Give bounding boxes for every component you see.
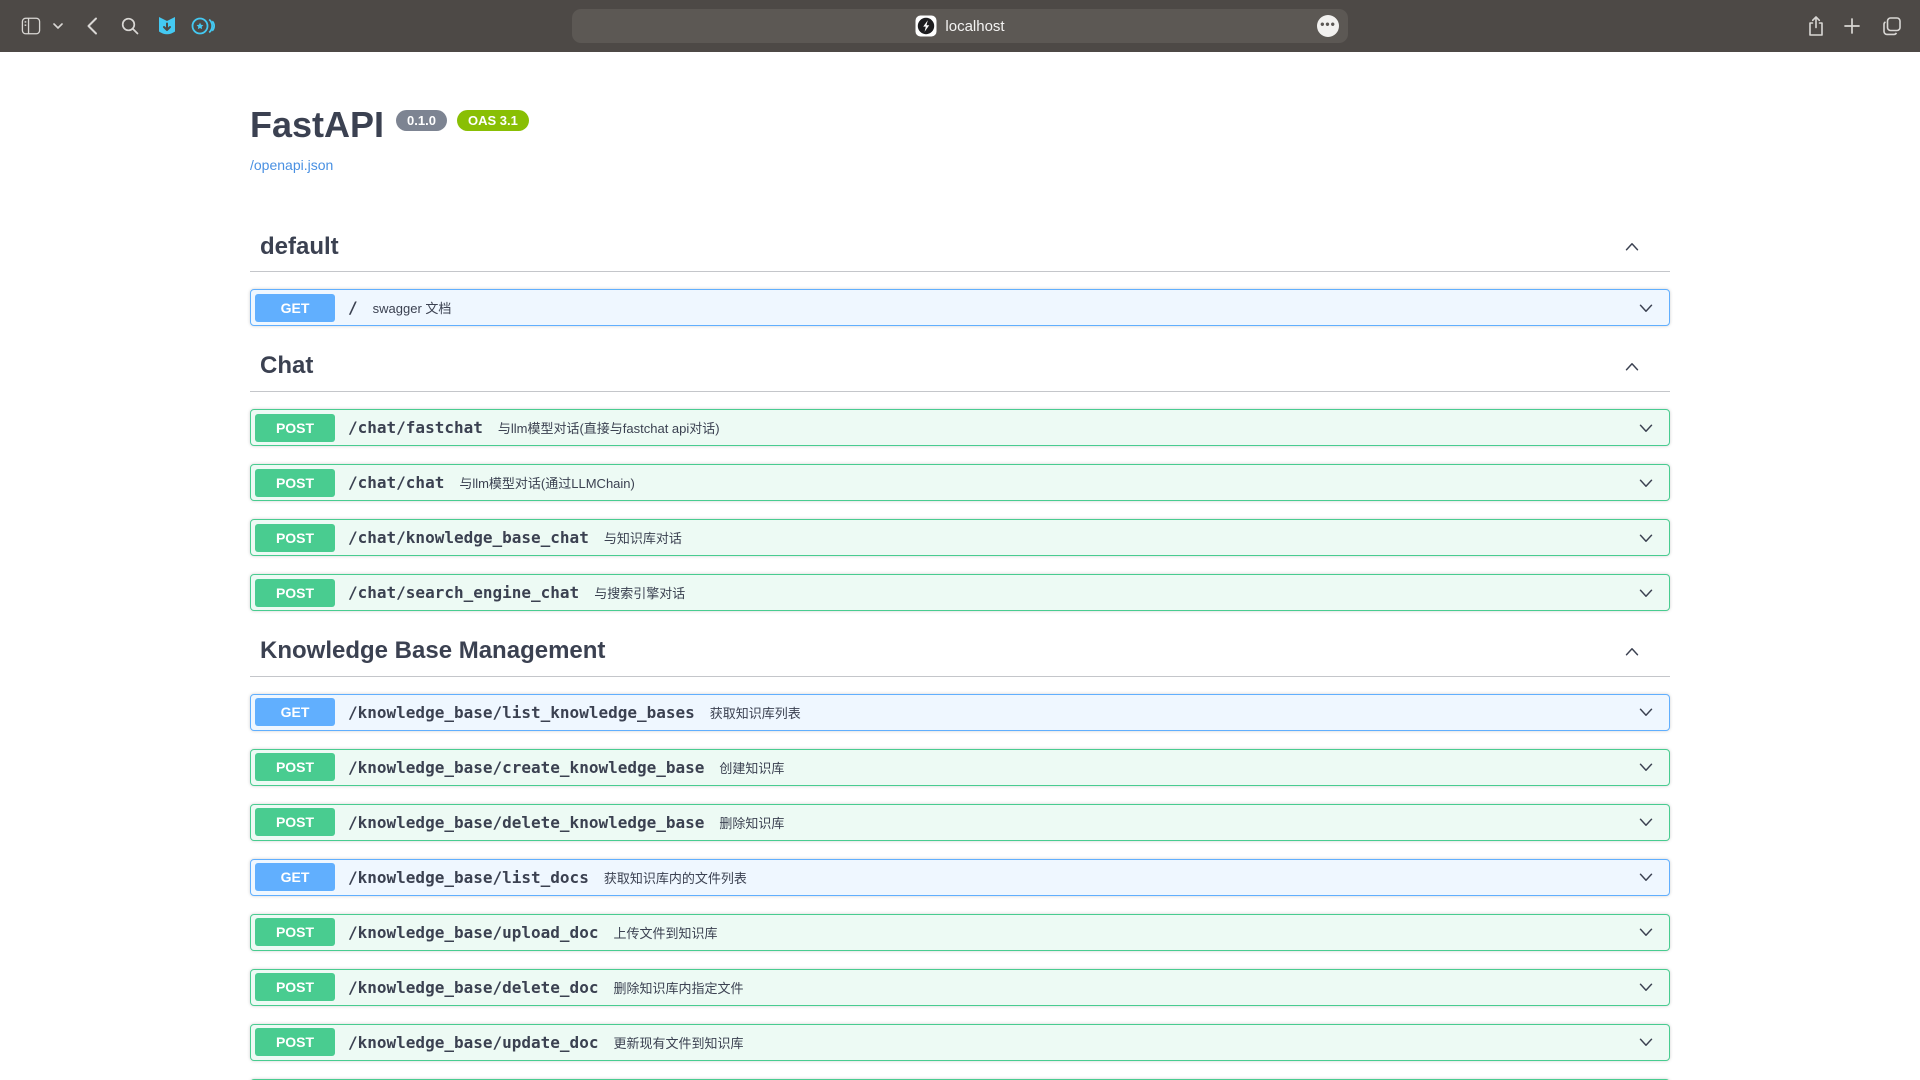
endpoint-summary: 上传文件到知识库 bbox=[613, 923, 717, 942]
endpoint-summary: 与llm模型对话(直接与fastchat api对话) bbox=[498, 418, 720, 437]
endpoint-summary: swagger 文档 bbox=[373, 298, 452, 317]
new-tab-plus-icon[interactable] bbox=[1844, 18, 1860, 34]
endpoint-summary: 创建知识库 bbox=[719, 758, 784, 777]
method-badge: POST bbox=[255, 1028, 335, 1056]
method-badge: POST bbox=[255, 524, 335, 552]
endpoint-path: /knowledge_base/delete_knowledge_base bbox=[348, 813, 704, 832]
version-badge: 0.1.0 bbox=[396, 110, 447, 131]
section-header[interactable]: Knowledge Base Management bbox=[250, 627, 1670, 677]
endpoint-summary: 获取知识库内的文件列表 bbox=[604, 868, 747, 887]
endpoint-row[interactable]: POST /knowledge_base/delete_doc 删除知识库内指定… bbox=[250, 969, 1670, 1006]
method-badge: GET bbox=[255, 698, 335, 726]
method-badge: POST bbox=[255, 469, 335, 497]
endpoint-list: POST /chat/fastchat 与llm模型对话(直接与fastchat… bbox=[250, 392, 1670, 611]
method-badge: GET bbox=[255, 863, 335, 891]
endpoint-summary: 更新现有文件到知识库 bbox=[613, 1033, 743, 1052]
search-icon[interactable] bbox=[121, 17, 139, 35]
method-badge: POST bbox=[255, 918, 335, 946]
api-info-block: FastAPI 0.1.0 OAS 3.1 /openapi.json bbox=[250, 105, 1670, 175]
endpoint-row[interactable]: GET / swagger 文档 bbox=[250, 289, 1670, 326]
expand-chevron-down-icon[interactable] bbox=[1635, 866, 1657, 888]
method-badge: POST bbox=[255, 579, 335, 607]
endpoint-path: /chat/knowledge_base_chat bbox=[348, 528, 589, 547]
endpoint-path: /knowledge_base/list_docs bbox=[348, 868, 589, 887]
endpoint-path: /knowledge_base/create_knowledge_base bbox=[348, 758, 704, 777]
back-icon[interactable] bbox=[87, 17, 98, 35]
collapse-chevron-up-icon[interactable] bbox=[1621, 641, 1643, 663]
method-badge: POST bbox=[255, 753, 335, 781]
extension-circles-icon[interactable] bbox=[191, 16, 215, 36]
endpoint-summary: 获取知识库列表 bbox=[710, 703, 801, 722]
expand-chevron-down-icon[interactable] bbox=[1635, 527, 1657, 549]
endpoint-row[interactable]: POST /chat/knowledge_base_chat 与知识库对话 bbox=[250, 519, 1670, 556]
oas-badge: OAS 3.1 bbox=[457, 110, 529, 131]
section-title: Knowledge Base Management bbox=[260, 637, 605, 666]
endpoint-row[interactable]: POST /chat/fastchat 与llm模型对话(直接与fastchat… bbox=[250, 409, 1670, 446]
endpoint-path: /knowledge_base/update_doc bbox=[348, 1033, 598, 1052]
endpoint-row[interactable]: POST /chat/search_engine_chat 与搜索引擎对话 bbox=[250, 574, 1670, 611]
more-ellipsis-icon[interactable]: ••• bbox=[1317, 15, 1339, 37]
endpoint-row[interactable]: POST /knowledge_base/delete_knowledge_ba… bbox=[250, 804, 1670, 841]
sidebar-icon[interactable] bbox=[21, 17, 41, 35]
api-section: Chat POST /chat/fastchat 与llm模型对话(直接与fas… bbox=[250, 342, 1670, 611]
method-badge: GET bbox=[255, 294, 335, 322]
endpoint-path: /knowledge_base/list_knowledge_bases bbox=[348, 703, 695, 722]
openapi-spec-link[interactable]: /openapi.json bbox=[250, 157, 333, 173]
expand-chevron-down-icon[interactable] bbox=[1635, 417, 1657, 439]
method-badge: POST bbox=[255, 808, 335, 836]
page-title: FastAPI bbox=[250, 105, 384, 145]
section-header[interactable]: default bbox=[250, 223, 1670, 273]
expand-chevron-down-icon[interactable] bbox=[1635, 1031, 1657, 1053]
section-header[interactable]: Chat bbox=[250, 342, 1670, 392]
endpoint-path: /chat/fastchat bbox=[348, 418, 483, 437]
expand-chevron-down-icon[interactable] bbox=[1635, 921, 1657, 943]
endpoint-path: /chat/chat bbox=[348, 473, 444, 492]
expand-chevron-down-icon[interactable] bbox=[1635, 472, 1657, 494]
collapse-chevron-up-icon[interactable] bbox=[1621, 236, 1643, 258]
share-icon[interactable] bbox=[1808, 16, 1825, 37]
endpoint-path: / bbox=[348, 298, 358, 317]
url-text: localhost bbox=[945, 19, 1004, 34]
endpoint-row[interactable]: POST /knowledge_base/upload_doc 上传文件到知识库 bbox=[250, 914, 1670, 951]
expand-chevron-down-icon[interactable] bbox=[1635, 582, 1657, 604]
endpoint-path: /knowledge_base/delete_doc bbox=[348, 978, 598, 997]
endpoint-summary: 与llm模型对话(通过LLMChain) bbox=[459, 473, 635, 492]
collapse-chevron-up-icon[interactable] bbox=[1621, 356, 1643, 378]
expand-chevron-down-icon[interactable] bbox=[1635, 976, 1657, 998]
address-bar[interactable]: localhost ••• bbox=[572, 9, 1348, 43]
expand-chevron-down-icon[interactable] bbox=[1635, 811, 1657, 833]
endpoint-summary: 删除知识库 bbox=[719, 813, 784, 832]
sidebar-chevron-icon[interactable] bbox=[53, 23, 63, 30]
api-section: default GET / swagger 文档 bbox=[250, 223, 1670, 327]
expand-chevron-down-icon[interactable] bbox=[1635, 756, 1657, 778]
endpoint-path: /chat/search_engine_chat bbox=[348, 583, 579, 602]
endpoint-summary: 删除知识库内指定文件 bbox=[613, 978, 743, 997]
expand-chevron-down-icon[interactable] bbox=[1635, 701, 1657, 723]
endpoint-row[interactable]: POST /chat/chat 与llm模型对话(通过LLMChain) bbox=[250, 464, 1670, 501]
endpoint-row[interactable]: POST /knowledge_base/create_knowledge_ba… bbox=[250, 749, 1670, 786]
endpoint-list: GET / swagger 文档 bbox=[250, 272, 1670, 326]
extension-bookmark-icon[interactable] bbox=[157, 15, 177, 37]
expand-chevron-down-icon[interactable] bbox=[1635, 297, 1657, 319]
section-title: default bbox=[260, 233, 339, 262]
tab-overview-icon[interactable] bbox=[1883, 17, 1902, 36]
endpoint-row[interactable]: POST /knowledge_base/update_doc 更新现有文件到知… bbox=[250, 1024, 1670, 1061]
browser-toolbar: localhost ••• bbox=[0, 0, 1920, 52]
sections-list: default GET / swagger 文档 Chat bbox=[250, 223, 1670, 1080]
endpoint-path: /knowledge_base/upload_doc bbox=[348, 923, 598, 942]
method-badge: POST bbox=[255, 414, 335, 442]
endpoint-row[interactable]: GET /knowledge_base/list_docs 获取知识库内的文件列… bbox=[250, 859, 1670, 896]
api-section: Knowledge Base Management GET /knowledge… bbox=[250, 627, 1670, 1080]
endpoint-summary: 与搜索引擎对话 bbox=[594, 583, 685, 602]
endpoint-row[interactable]: GET /knowledge_base/list_knowledge_bases… bbox=[250, 694, 1670, 731]
endpoint-summary: 与知识库对话 bbox=[604, 528, 682, 547]
site-favicon-lightning-icon bbox=[915, 15, 937, 37]
method-badge: POST bbox=[255, 973, 335, 1001]
endpoint-list: GET /knowledge_base/list_knowledge_bases… bbox=[250, 677, 1670, 1080]
swagger-page: FastAPI 0.1.0 OAS 3.1 /openapi.json defa… bbox=[0, 52, 1920, 1080]
section-title: Chat bbox=[260, 352, 313, 381]
